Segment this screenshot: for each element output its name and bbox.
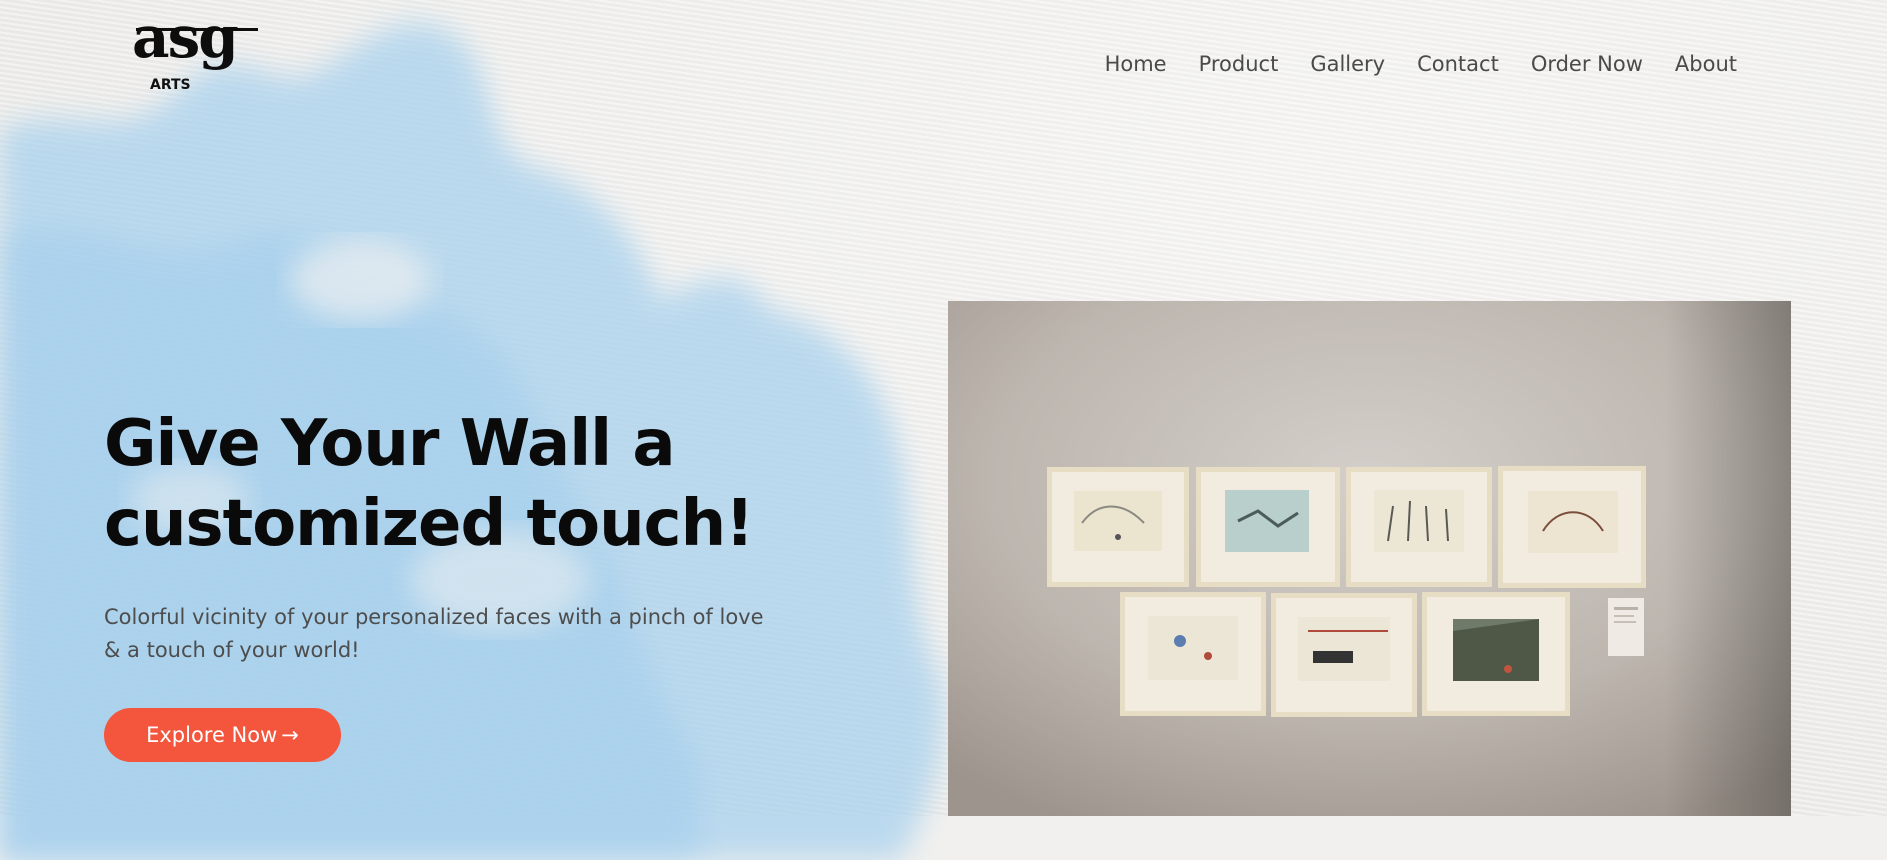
nav-home[interactable]: Home	[1105, 52, 1167, 76]
frame-1	[1047, 467, 1189, 587]
hero-title-line-2: customized touch!	[104, 487, 754, 561]
frame-2	[1196, 467, 1340, 587]
frame-3	[1346, 467, 1492, 587]
nav-order-now[interactable]: Order Now	[1531, 52, 1643, 76]
wall-label	[1608, 598, 1644, 656]
hero-subtitle-line-2: & a touch of your world!	[104, 638, 360, 662]
arrow-right-icon: →	[281, 723, 299, 747]
hero-title-line-1: Give Your Wall a	[104, 407, 676, 481]
gallery-photo	[948, 301, 1791, 816]
site-header: asg ARTS Home Product Gallery Contact Or…	[0, 0, 1887, 120]
hero-subtitle: Colorful vicinity of your personalized f…	[104, 601, 794, 667]
frame-7	[1422, 592, 1570, 716]
frame-5	[1120, 592, 1266, 716]
nav-gallery[interactable]: Gallery	[1310, 52, 1385, 76]
explore-now-button[interactable]: Explore Now →	[104, 708, 341, 762]
nav-product[interactable]: Product	[1199, 52, 1279, 76]
logo-mark: asg	[132, 3, 239, 71]
frame-4	[1498, 466, 1646, 588]
brand-logo[interactable]: asg ARTS	[132, 8, 264, 98]
explore-now-label: Explore Now	[146, 723, 278, 747]
hero-subtitle-line-1: Colorful vicinity of your personalized f…	[104, 605, 764, 629]
logo-subtitle: ARTS	[150, 77, 191, 93]
nav-about[interactable]: About	[1675, 52, 1737, 76]
hero-title: Give Your Wall a customized touch!	[104, 404, 824, 564]
nav-contact[interactable]: Contact	[1417, 52, 1499, 76]
main-nav: Home Product Gallery Contact Order Now A…	[1105, 52, 1737, 76]
frame-6	[1271, 593, 1417, 717]
